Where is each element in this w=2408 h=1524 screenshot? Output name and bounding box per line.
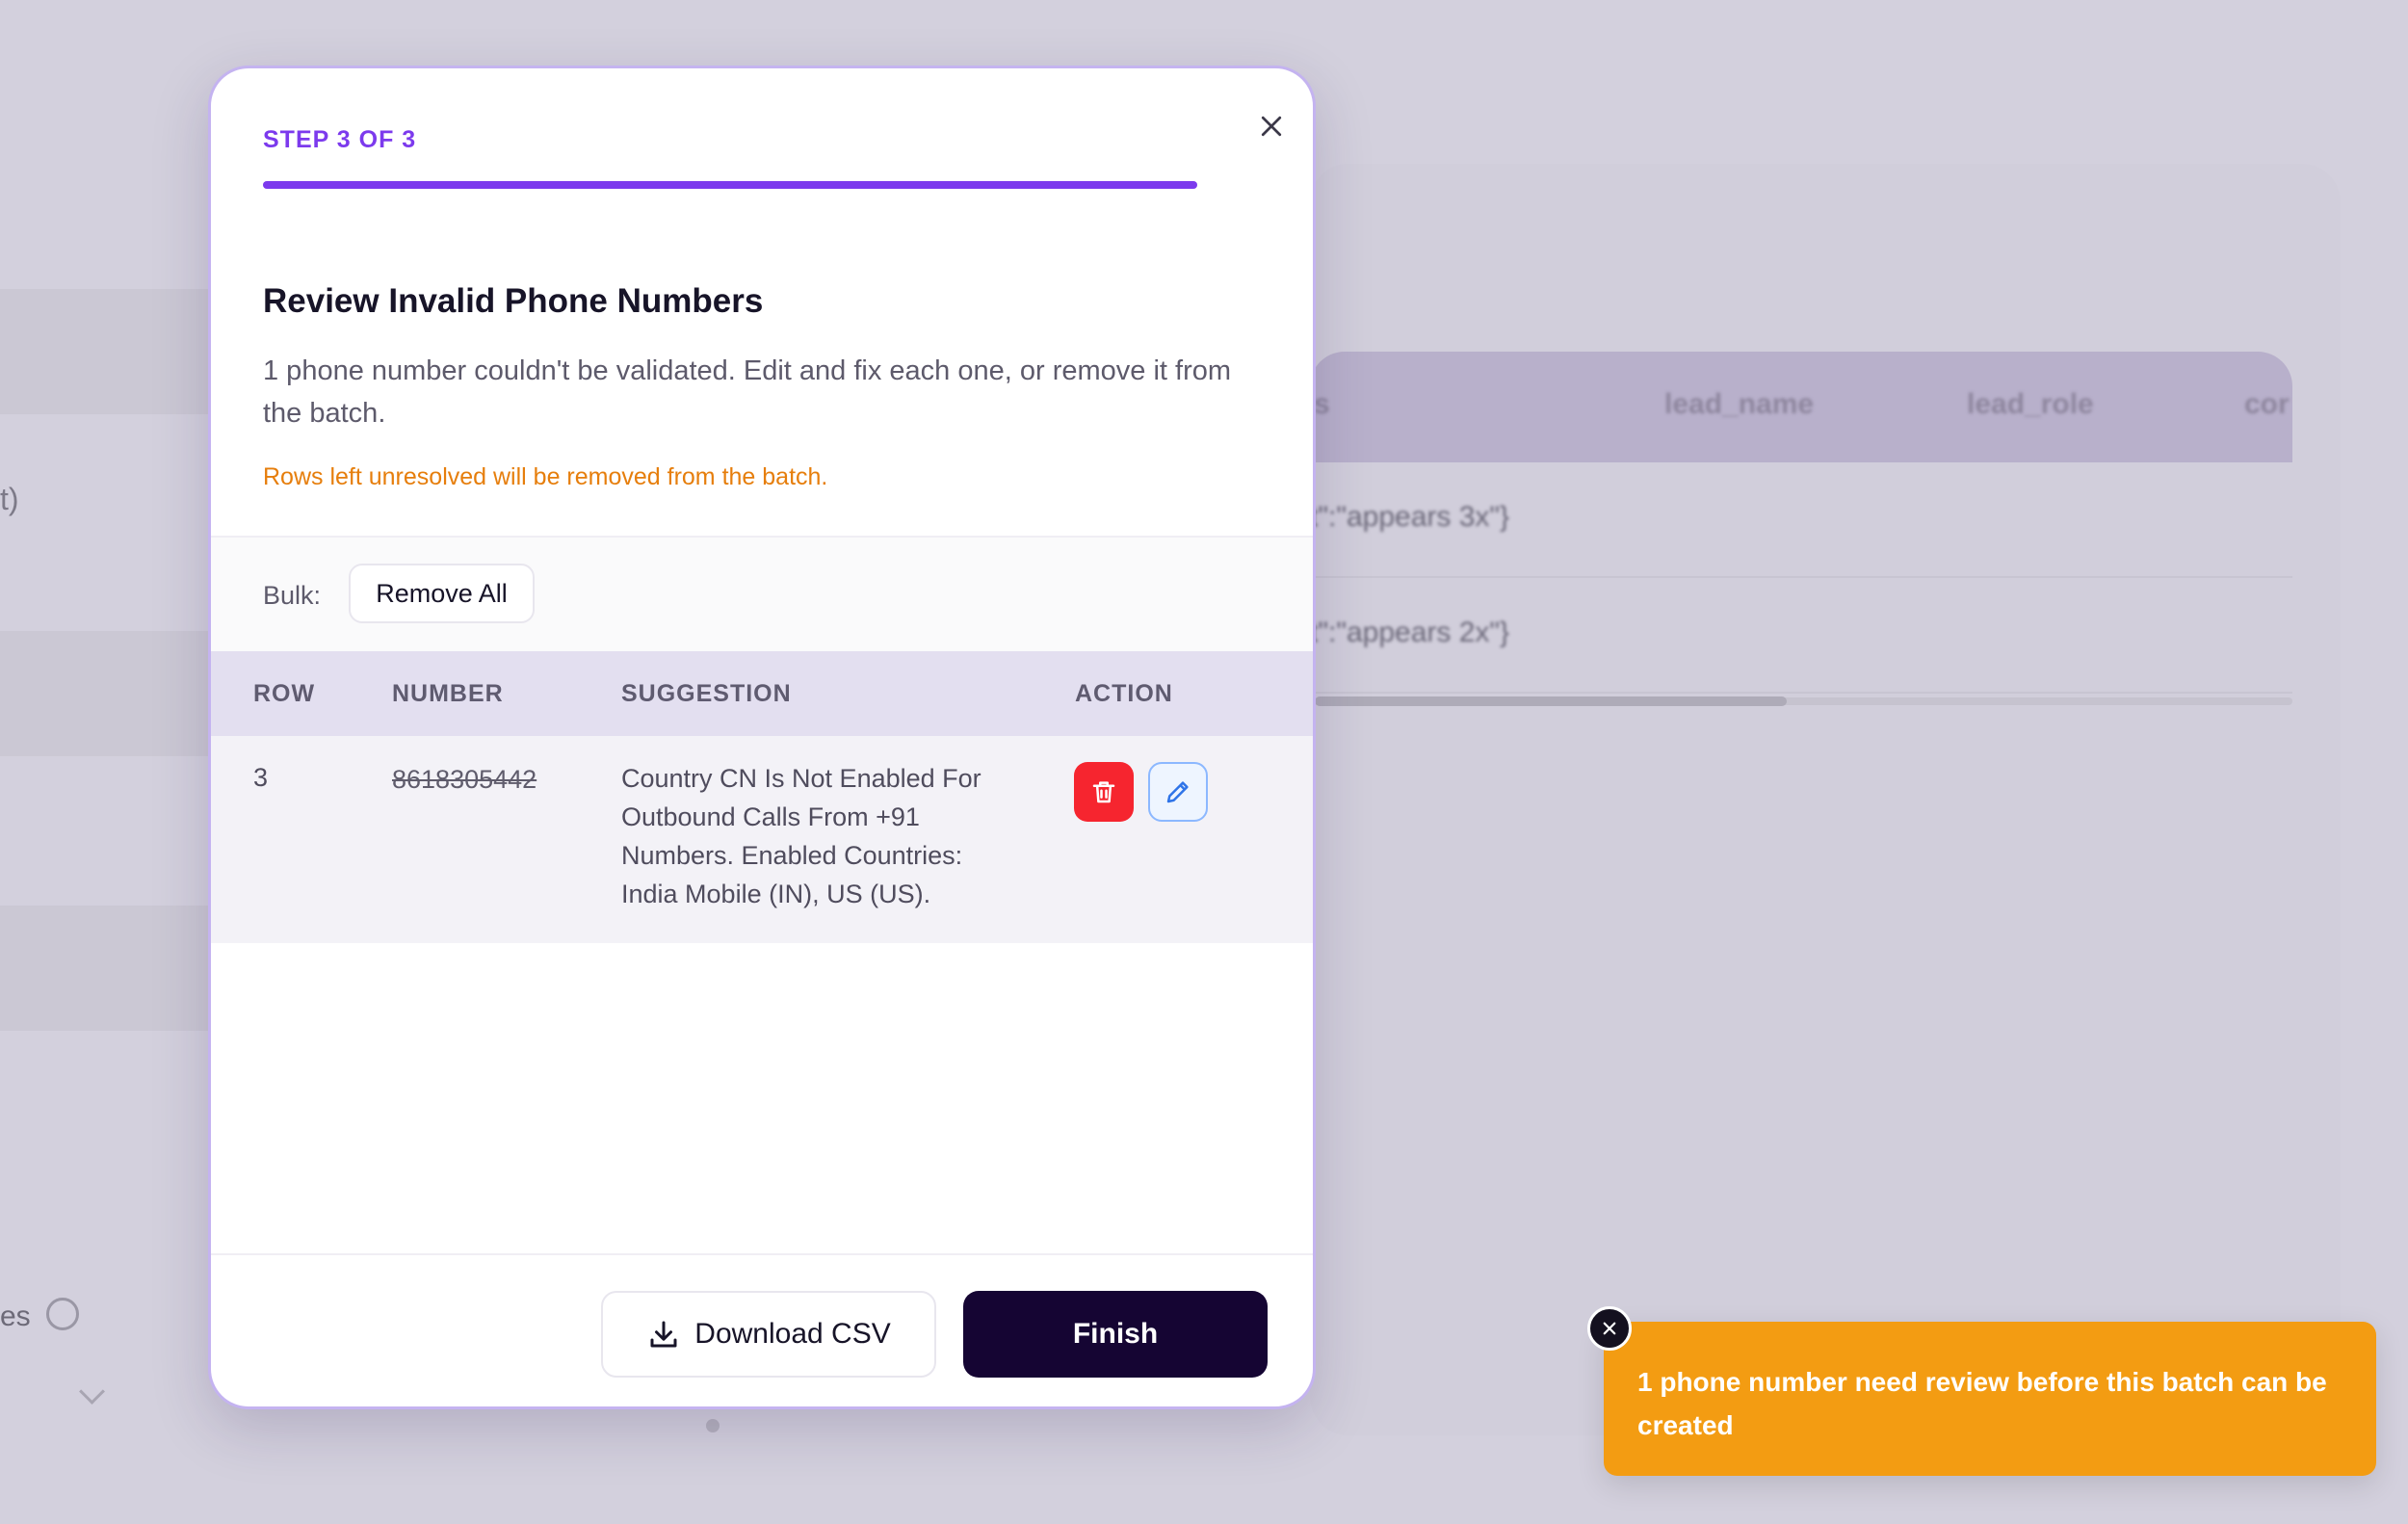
table-row: 3 8618305442 Country CN Is Not Enabled F… bbox=[211, 736, 1313, 943]
phone-number: 8618305442 bbox=[392, 765, 537, 794]
step-label: STEP 3 OF 3 bbox=[263, 126, 417, 153]
bg-left-label: t) bbox=[0, 482, 19, 516]
column-header-row: ROW bbox=[253, 680, 316, 707]
suggestion-text: Country CN Is Not Enabled For Outbound C… bbox=[621, 764, 982, 908]
bg-dot bbox=[706, 1419, 720, 1432]
toast-close-button[interactable] bbox=[1587, 1306, 1632, 1351]
toast-message: 1 phone number need review before this b… bbox=[1637, 1367, 2327, 1440]
close-button[interactable] bbox=[1247, 102, 1296, 150]
row-index: 3 bbox=[253, 763, 269, 792]
finish-button[interactable]: Finish bbox=[963, 1291, 1268, 1378]
bulk-label: Bulk: bbox=[263, 581, 322, 610]
pencil-icon bbox=[1166, 781, 1189, 803]
download-csv-label: Download CSV bbox=[694, 1318, 891, 1350]
bg-stripe bbox=[0, 906, 212, 1031]
bulk-actions-bar: Bulk: Remove All bbox=[211, 536, 1313, 653]
trash-icon bbox=[1092, 781, 1115, 803]
bg-table-row: t":"appears 2x"} bbox=[1310, 578, 2292, 694]
info-icon bbox=[46, 1298, 79, 1330]
remove-all-button[interactable]: Remove All bbox=[349, 564, 535, 623]
column-header-number: NUMBER bbox=[392, 680, 504, 707]
progress-bar bbox=[263, 181, 1197, 189]
warning-text: Rows left unresolved will be removed fro… bbox=[263, 463, 828, 490]
modal-title: Review Invalid Phone Numbers bbox=[263, 282, 764, 320]
bg-scrollbar-thumb bbox=[1315, 696, 1787, 706]
table-header: ROW NUMBER SUGGESTION ACTION bbox=[211, 651, 1313, 736]
bg-table-header-cell: lead_name bbox=[1664, 388, 1815, 420]
bg-table-header: s lead_name lead_role cor bbox=[1310, 352, 2292, 462]
bg-table-cell: t":"appears 2x"} bbox=[1310, 617, 1510, 648]
review-modal: STEP 3 OF 3 Review Invalid Phone Numbers… bbox=[208, 66, 1316, 1409]
progress-bar-fill bbox=[263, 181, 1197, 189]
close-icon bbox=[1261, 116, 1282, 137]
delete-row-button[interactable] bbox=[1074, 762, 1134, 822]
bg-left-info: es bbox=[0, 1301, 31, 1332]
toast-notification: 1 phone number need review before this b… bbox=[1604, 1322, 2376, 1476]
toast-close-icon bbox=[1603, 1322, 1616, 1335]
bg-table-cell: t":"appears 3x"} bbox=[1310, 501, 1510, 533]
download-csv-button[interactable]: Download CSV bbox=[601, 1291, 936, 1378]
bg-table-header-cell: s bbox=[1314, 388, 1330, 420]
bg-stripe bbox=[0, 631, 212, 756]
bg-stripe bbox=[0, 289, 212, 414]
download-icon bbox=[650, 1321, 677, 1348]
edit-row-button[interactable] bbox=[1148, 762, 1208, 822]
column-header-action: ACTION bbox=[1075, 680, 1173, 707]
modal-footer: Download CSV Finish bbox=[211, 1253, 1313, 1406]
bg-table-header-cell: cor bbox=[2244, 388, 2290, 420]
chevron-down-icon bbox=[79, 1379, 105, 1405]
column-header-suggestion: SUGGESTION bbox=[621, 680, 792, 707]
modal-description: 1 phone number couldn't be validated. Ed… bbox=[263, 355, 1232, 429]
bg-table-row: t":"appears 3x"} bbox=[1310, 462, 2292, 578]
bg-table: s lead_name lead_role cor t":"appears 3x… bbox=[1310, 352, 2292, 713]
bg-table-header-cell: lead_role bbox=[1967, 388, 2094, 420]
